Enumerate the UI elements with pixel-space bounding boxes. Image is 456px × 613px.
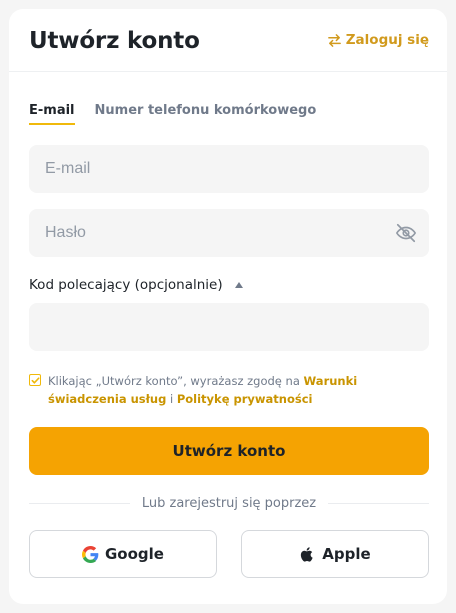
consent-mid: i (166, 392, 177, 406)
google-signup-button[interactable]: Google (29, 530, 217, 578)
consent-prefix: Klikając „Utwórz konto”, wyrażasz zgodę … (48, 374, 304, 388)
social-divider: Lub zarejestruj się poprzez (29, 496, 430, 511)
referral-field[interactable] (29, 303, 429, 351)
google-label: Google (105, 545, 164, 563)
eye-off-icon[interactable] (395, 222, 417, 244)
referral-input[interactable] (45, 318, 413, 336)
apple-label: Apple (322, 545, 371, 563)
check-icon (31, 376, 39, 384)
create-account-button[interactable]: Utwórz konto (29, 427, 429, 475)
login-link[interactable]: Zaloguj się (327, 32, 429, 48)
signup-card: Utwórz konto Zaloguj się E-mail Numer te… (9, 9, 447, 604)
apple-logo-icon (301, 546, 313, 562)
swap-arrows-icon (327, 33, 341, 47)
consent-row: Klikając „Utwórz konto”, wyrażasz zgodę … (29, 372, 429, 408)
consent-text: Klikając „Utwórz konto”, wyrażasz zgodę … (48, 372, 429, 408)
email-input[interactable] (45, 160, 413, 178)
signup-method-tabs: E-mail Numer telefonu komórkowego (29, 103, 316, 125)
card-header: Utwórz konto Zaloguj się (9, 9, 447, 72)
caret-up-icon (234, 282, 243, 288)
apple-signup-button[interactable]: Apple (241, 530, 429, 578)
privacy-link[interactable]: Politykę prywatności (177, 392, 313, 406)
referral-toggle[interactable]: Kod polecający (opcjonalnie) (29, 277, 243, 293)
consent-checkbox[interactable] (29, 374, 41, 386)
divider-line-right (328, 503, 430, 504)
login-link-label: Zaloguj się (345, 32, 429, 48)
tab-email[interactable]: E-mail (29, 103, 75, 125)
referral-label: Kod polecający (opcjonalnie) (29, 277, 223, 293)
password-field[interactable] (29, 209, 429, 257)
email-field[interactable] (29, 145, 429, 193)
divider-line-left (29, 503, 130, 504)
tab-phone[interactable]: Numer telefonu komórkowego (95, 103, 317, 125)
divider-text: Lub zarejestruj się poprzez (141, 496, 317, 511)
password-input[interactable] (45, 224, 413, 242)
google-logo-icon (82, 545, 99, 563)
page-title: Utwórz konto (29, 28, 200, 54)
